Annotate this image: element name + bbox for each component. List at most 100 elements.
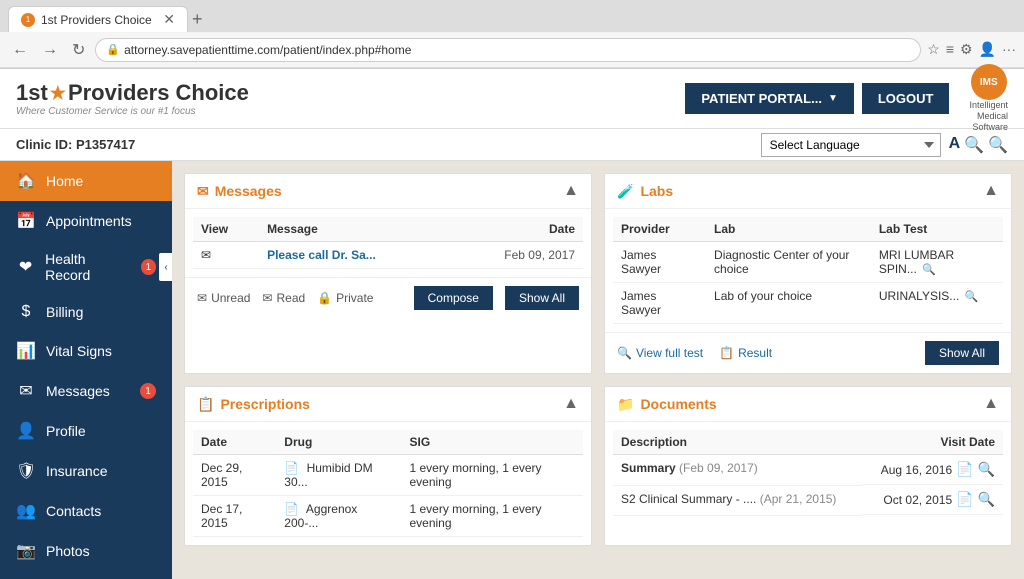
tab-close-button[interactable]: ✕	[163, 11, 175, 28]
sidebar-item-label: Insurance	[46, 463, 107, 479]
messages-collapse-button[interactable]: ▲	[563, 182, 579, 200]
prescriptions-title-icon: 📋	[197, 396, 214, 413]
messages-col-date: Date	[450, 217, 583, 242]
messages-title-icon: ✉	[197, 183, 209, 200]
messages-message-link[interactable]: Please call Dr. Sa...	[259, 242, 450, 269]
table-row: Summary (Feb 09, 2017) Aug 16, 2016 📄 🔍	[613, 455, 1003, 486]
labs-card-header: 🧪 Labs ▲	[605, 174, 1011, 209]
documents-table: Description Visit Date Summary (Feb 09, …	[613, 430, 1003, 516]
user-icon[interactable]: 👤	[979, 41, 996, 58]
tab-favicon: 1	[21, 13, 35, 27]
documents-card-title: 📁 Documents	[617, 396, 717, 413]
sidebar-item-label: Health Record	[45, 251, 131, 283]
sidebar-item-insurance[interactable]: 🛡 Insurance	[0, 451, 172, 491]
doc-download-icon-2[interactable]: 📄	[956, 491, 973, 508]
prescriptions-card-title: 📋 Prescriptions	[197, 396, 310, 413]
docs-description-1: Summary (Feb 09, 2017)	[613, 455, 863, 486]
messages-col-view: View	[193, 217, 259, 242]
sidebar-item-photos[interactable]: 📷 Photos	[0, 531, 172, 571]
font-size-icon[interactable]: A	[949, 135, 961, 155]
new-tab-button[interactable]: +	[192, 10, 203, 28]
content-area: ✉ Messages ▲ View Message Date	[172, 161, 1024, 579]
labs-test-1: MRI LUMBAR SPIN... 🔍	[871, 242, 1003, 283]
doc-view-icon-1[interactable]: 🔍	[978, 461, 995, 478]
forward-button[interactable]: →	[38, 39, 62, 61]
more-icon[interactable]: ···	[1002, 41, 1016, 58]
person-icon: 👤	[16, 421, 36, 441]
presc-drug-2: 📄 Aggrenox 200-...	[276, 496, 401, 537]
nav-right-icons: ☆ ≡ ⚙ 👤 ···	[927, 41, 1016, 58]
doc-view-icon-2[interactable]: 🔍	[978, 491, 995, 508]
table-row: S2 Clinical Summary - .... (Apr 21, 2015…	[613, 485, 1003, 515]
sidebar-item-home[interactable]: 🏠 Home	[0, 161, 172, 201]
extension-icon[interactable]: ⚙	[960, 41, 973, 58]
labs-col-provider: Provider	[613, 217, 706, 242]
sidebar-item-health-record[interactable]: ❤ Health Record 1 ‹	[0, 241, 172, 293]
messages-card-body: View Message Date ✉ Please call Dr. Sa..…	[185, 209, 591, 277]
result-icon: 📋	[719, 346, 734, 360]
messages-footer-filters: ✉ Unread ✉ Read 🔒 Private	[197, 291, 402, 305]
table-row: ✉ Please call Dr. Sa... Feb 09, 2017	[193, 242, 583, 269]
sidebar-item-vital-signs[interactable]: 📊 Vital Signs	[0, 331, 172, 371]
presc-col-date: Date	[193, 430, 276, 455]
logout-button[interactable]: LOGOUT	[862, 83, 950, 114]
sidebar-item-label: Home	[46, 173, 83, 189]
labs-test-2: URINALYSIS... 🔍	[871, 283, 1003, 324]
address-bar[interactable]: 🔒 attorney.savepatienttime.com/patient/i…	[95, 38, 921, 62]
table-row: James Sawyer Lab of your choice URINALYS…	[613, 283, 1003, 324]
sidebar-item-contacts[interactable]: 👥 Contacts	[0, 491, 172, 531]
search-icon[interactable]: 🔍	[922, 264, 936, 276]
presc-date-1: Dec 29, 2015	[193, 455, 276, 496]
url-text: attorney.savepatienttime.com/patient/ind…	[124, 43, 411, 57]
labs-card-title: 🧪 Labs	[617, 183, 673, 200]
header-right: PATIENT PORTAL... ▼ LOGOUT IMS Intellige…	[685, 64, 1008, 132]
labs-collapse-button[interactable]: ▲	[983, 182, 999, 200]
prescriptions-collapse-button[interactable]: ▲	[563, 395, 579, 413]
contacts-icon: 👥	[16, 501, 36, 521]
language-area: Select Language A 🔍 🔍	[761, 133, 1008, 157]
documents-title-icon: 📁	[617, 396, 634, 413]
envelope-icon: ✉	[16, 381, 36, 401]
chevron-down-icon: ▼	[828, 93, 838, 104]
private-filter[interactable]: 🔒 Private	[317, 291, 373, 305]
language-select[interactable]: Select Language	[761, 133, 941, 157]
magnify-icon: 🔍	[617, 346, 632, 360]
presc-col-drug: Drug	[276, 430, 401, 455]
bookmark-icon[interactable]: ☆	[927, 41, 940, 58]
menu-icon[interactable]: ≡	[946, 41, 954, 58]
patient-portal-button[interactable]: PATIENT PORTAL... ▼	[685, 83, 854, 114]
messages-show-all-button[interactable]: Show All	[505, 286, 579, 310]
unread-icon: ✉	[197, 291, 207, 305]
doc-download-icon-1[interactable]: 📄	[956, 461, 973, 478]
labs-provider-1: James Sawyer	[613, 242, 706, 283]
clinic-id: Clinic ID: P1357417	[16, 137, 135, 152]
back-button[interactable]: ←	[8, 39, 32, 61]
unread-filter[interactable]: ✉ Unread	[197, 291, 250, 305]
labs-show-all-button[interactable]: Show All	[925, 341, 999, 365]
drug-icon: 📄	[284, 461, 299, 475]
chart-icon: 📊	[16, 341, 36, 361]
drug-icon: 📄	[284, 502, 299, 516]
read-filter[interactable]: ✉ Read	[262, 291, 305, 305]
search-icon-1[interactable]: 🔍	[964, 135, 984, 155]
sidebar-item-messages[interactable]: ✉ Messages 1	[0, 371, 172, 411]
compose-button[interactable]: Compose	[414, 286, 493, 310]
search-icon-2[interactable]: 🔍	[988, 135, 1008, 155]
main-layout: 🏠 Home 📅 Appointments ❤ Health Record 1 …	[0, 161, 1024, 579]
sidebar-collapse-button[interactable]: ‹	[159, 253, 172, 281]
sidebar-item-billing[interactable]: $ Billing	[0, 293, 172, 331]
prescriptions-card: 📋 Prescriptions ▲ Date Drug SIG	[184, 386, 592, 546]
documents-card-header: 📁 Documents ▲	[605, 387, 1011, 422]
presc-col-sig: SIG	[401, 430, 583, 455]
result-link[interactable]: 📋 Result	[719, 346, 772, 360]
documents-collapse-button[interactable]: ▲	[983, 395, 999, 413]
refresh-button[interactable]: ↻	[68, 38, 89, 62]
docs-description-2: S2 Clinical Summary - .... (Apr 21, 2015…	[613, 485, 863, 515]
sidebar-item-profile[interactable]: 👤 Profile	[0, 411, 172, 451]
sidebar-item-appointments[interactable]: 📅 Appointments	[0, 201, 172, 241]
active-tab[interactable]: 1 1st Providers Choice ✕	[8, 6, 188, 32]
table-row: James Sawyer Diagnostic Center of your c…	[613, 242, 1003, 283]
accessibility-icons: A 🔍 🔍	[949, 135, 1008, 155]
search-icon[interactable]: 🔍	[965, 291, 979, 303]
view-full-test-link[interactable]: 🔍 View full test	[617, 346, 703, 360]
